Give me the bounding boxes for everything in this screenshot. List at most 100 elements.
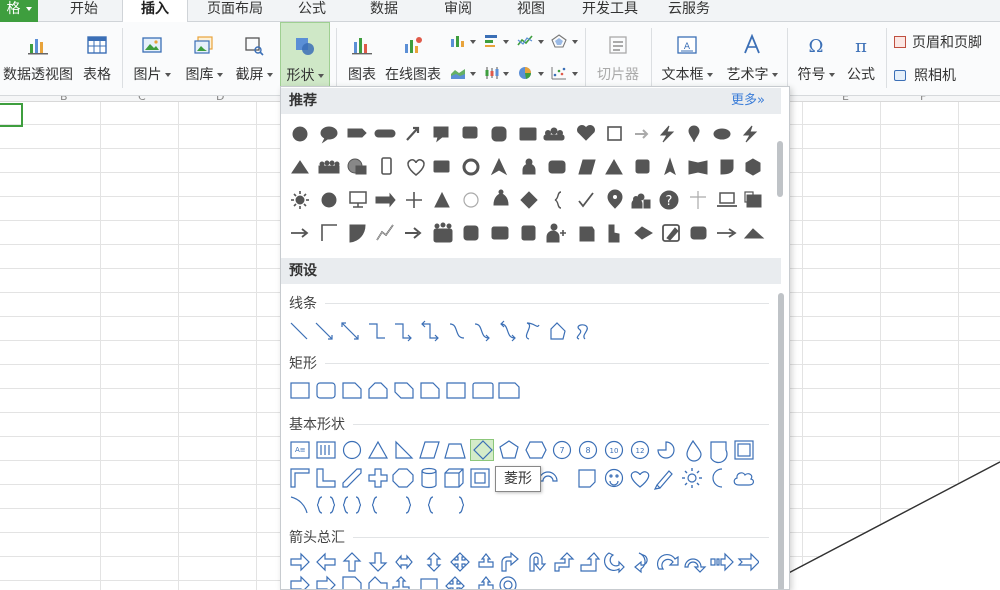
ribbon-insert: 数据透视图 表格 图片 图库 截屏 形状 图表 在线图表 切片器 A 文本框 艺… bbox=[0, 22, 1000, 96]
active-cell[interactable] bbox=[0, 103, 23, 127]
tab-home[interactable]: 开始 bbox=[64, 0, 104, 22]
picture-button[interactable]: 图片 bbox=[128, 22, 176, 96]
svg-text:A≡: A≡ bbox=[295, 446, 306, 454]
chevron-down-icon[interactable] bbox=[572, 72, 578, 76]
column-header[interactable]: B bbox=[60, 96, 68, 101]
area-chart-icon[interactable] bbox=[450, 66, 466, 80]
svg-text:π: π bbox=[855, 36, 867, 56]
column-header[interactable]: F bbox=[920, 96, 926, 101]
screenshot-icon bbox=[243, 34, 265, 56]
chevron-down-icon[interactable] bbox=[572, 40, 578, 44]
chevron-down-icon[interactable] bbox=[503, 40, 509, 44]
line-shapes-row[interactable] bbox=[289, 319, 599, 345]
tab-page-layout[interactable]: 页面布局 bbox=[200, 0, 270, 22]
shapes-icon bbox=[294, 35, 316, 57]
divider bbox=[325, 303, 769, 304]
radar-chart-icon[interactable] bbox=[551, 34, 567, 48]
subsection-lines-title: 线条 bbox=[289, 296, 317, 312]
diamond-tooltip: 菱形 bbox=[495, 466, 541, 492]
chevron-down-icon bbox=[216, 73, 223, 77]
symbol-button[interactable]: Ω 符号 bbox=[792, 22, 840, 96]
chevron-down-icon bbox=[828, 73, 835, 77]
section-preset: 预设 bbox=[281, 258, 781, 284]
pivot-chart-button[interactable]: 数据透视图 bbox=[0, 22, 76, 96]
picture-icon bbox=[141, 34, 163, 56]
line-chart-icon[interactable] bbox=[517, 34, 533, 48]
tab-cloud[interactable]: 云服务 bbox=[661, 0, 717, 22]
slicer-button[interactable]: 切片器 bbox=[591, 22, 645, 96]
ribbon-separator bbox=[886, 28, 887, 88]
svg-text:10: 10 bbox=[610, 447, 619, 455]
svg-text:7: 7 bbox=[559, 446, 564, 455]
recommended-scrollbar[interactable] bbox=[777, 141, 783, 197]
arrow-shapes-grid[interactable] bbox=[289, 551, 759, 590]
ribbon-separator bbox=[787, 28, 788, 88]
tab-view[interactable]: 视图 bbox=[511, 0, 551, 22]
subsection-basic-title: 基本形状 bbox=[289, 417, 345, 433]
scatter-chart-icon[interactable] bbox=[551, 66, 567, 80]
tab-file[interactable]: 格 bbox=[0, 0, 38, 22]
column-chart-icon[interactable] bbox=[450, 34, 466, 48]
svg-text:8: 8 bbox=[585, 446, 590, 455]
ribbon-separator bbox=[651, 28, 652, 88]
bar-chart-horizontal-icon[interactable] bbox=[484, 34, 500, 48]
divider bbox=[325, 363, 769, 364]
table-icon bbox=[86, 34, 108, 56]
slicer-icon bbox=[607, 34, 629, 56]
menu-tab-bar: 格 开始 插入 页面布局 公式 数据 审阅 视图 开发工具 云服务 bbox=[0, 0, 1000, 23]
stock-chart-icon[interactable] bbox=[484, 66, 500, 80]
screenshot-button[interactable]: 截屏 bbox=[230, 22, 278, 96]
table-button[interactable]: 表格 bbox=[76, 22, 118, 96]
omega-icon: Ω bbox=[805, 34, 827, 56]
wordart-button[interactable]: 艺术字 bbox=[722, 22, 782, 96]
rect-shapes-row[interactable] bbox=[289, 379, 529, 403]
tab-developer[interactable]: 开发工具 bbox=[576, 0, 644, 22]
recommended-shapes-grid[interactable]: ? bbox=[289, 121, 769, 257]
header-footer-button[interactable]: 页眉和页脚 bbox=[894, 32, 982, 52]
camera-button[interactable]: 照相机 bbox=[894, 65, 956, 85]
tab-formulas[interactable]: 公式 bbox=[292, 0, 332, 22]
equation-button[interactable]: π 公式 bbox=[840, 22, 882, 96]
column-header[interactable]: D bbox=[216, 96, 224, 101]
chevron-down-icon[interactable] bbox=[470, 40, 476, 44]
tab-review[interactable]: 审阅 bbox=[438, 0, 478, 22]
svg-text:12: 12 bbox=[636, 447, 645, 455]
textbox-button[interactable]: A 文本框 bbox=[656, 22, 718, 96]
svg-text:Ω: Ω bbox=[809, 36, 824, 56]
ribbon-separator bbox=[336, 28, 337, 88]
chevron-down-icon bbox=[25, 7, 32, 11]
divider bbox=[353, 537, 769, 538]
textbox-icon: A bbox=[676, 34, 698, 56]
preset-scrollbar[interactable] bbox=[778, 293, 784, 589]
camera-icon bbox=[894, 70, 906, 81]
column-header[interactable]: C bbox=[138, 96, 146, 101]
subsection-rect-title: 矩形 bbox=[289, 356, 317, 372]
shapes-button[interactable]: 形状 bbox=[280, 22, 330, 96]
header-footer-icon bbox=[894, 36, 906, 48]
pie-chart-icon[interactable] bbox=[517, 66, 533, 80]
online-chart-button[interactable]: 在线图表 bbox=[384, 22, 442, 96]
pivot-chart-icon bbox=[27, 34, 49, 56]
column-header[interactable]: E bbox=[842, 96, 849, 101]
tab-insert[interactable]: 插入 bbox=[122, 0, 188, 23]
ribbon-separator bbox=[585, 28, 586, 88]
gallery-button[interactable]: 图库 bbox=[180, 22, 228, 96]
chevron-down-icon[interactable] bbox=[538, 72, 544, 76]
gallery-icon bbox=[193, 34, 215, 56]
divider bbox=[353, 424, 769, 425]
more-link[interactable]: 更多» bbox=[731, 88, 765, 114]
ribbon-separator bbox=[122, 28, 123, 88]
chevron-down-icon bbox=[317, 74, 324, 78]
shapes-dropdown-panel: 推荐 更多» ? 预设 线条 矩形 基本形状 A≡ 7 8 10 12 菱形 箭… bbox=[280, 86, 790, 590]
chevron-down-icon bbox=[771, 73, 778, 77]
subsection-arrows-title: 箭头总汇 bbox=[289, 530, 345, 546]
wordart-icon bbox=[741, 34, 763, 56]
online-chart-icon bbox=[402, 34, 424, 56]
chart-button[interactable]: 图表 bbox=[340, 22, 384, 96]
chevron-down-icon[interactable] bbox=[470, 72, 476, 76]
chevron-down-icon bbox=[164, 73, 171, 77]
chevron-down-icon[interactable] bbox=[538, 40, 544, 44]
pi-icon: π bbox=[850, 34, 872, 56]
chevron-down-icon[interactable] bbox=[503, 72, 509, 76]
tab-data[interactable]: 数据 bbox=[364, 0, 404, 22]
